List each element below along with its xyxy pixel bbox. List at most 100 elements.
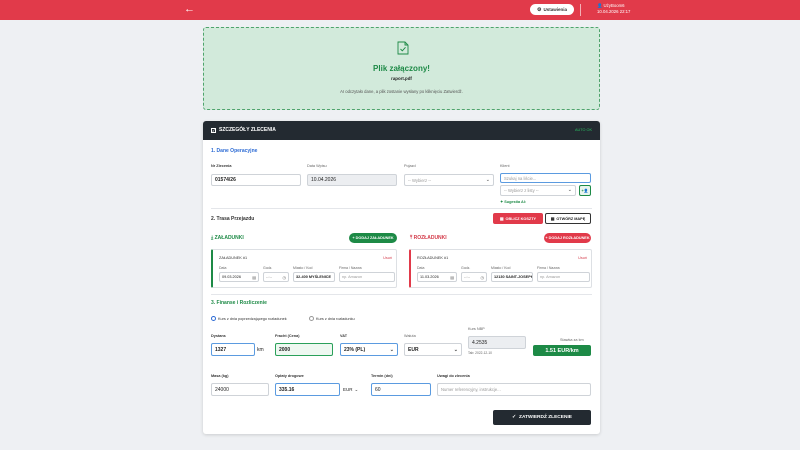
add-unloading-button[interactable]: + DODAJ ROZŁADUNEK bbox=[544, 233, 591, 243]
submit-order-button[interactable]: ✓ ZATWIERDŹ ZLECENIE bbox=[493, 410, 591, 425]
status-badge: AUTO OK bbox=[574, 128, 592, 132]
unloading-time-value: --:-- bbox=[464, 275, 471, 279]
loading-stop-card: ZAŁADUNEK #1 Usuń Data 09.03.2026 ▤ Godz.… bbox=[211, 249, 397, 288]
loading-time-label: Godz. bbox=[263, 266, 273, 270]
ai-suggestion-text: Sugestia AI: bbox=[504, 200, 527, 204]
per-km-badge: 1.51 EUR/km bbox=[533, 345, 591, 356]
unloading-time-label: Godz. bbox=[461, 266, 471, 270]
vehicle-select[interactable]: -- Wybierz -- ⌄ bbox=[404, 174, 494, 186]
calendar-icon: ▤ bbox=[252, 274, 256, 280]
vat-select[interactable]: 23% (PL) ⌄ bbox=[340, 343, 398, 356]
chevron-down-icon: ⌄ bbox=[453, 347, 458, 353]
gear-icon: ⚙ bbox=[537, 6, 542, 13]
loading-time-input[interactable]: --:-- ◷ bbox=[263, 272, 289, 282]
open-map-button[interactable]: ▦ OTWÓRZ MAPĘ bbox=[545, 213, 591, 224]
user-info: 👤 UżyBoom6 10.04.2026 22:17 bbox=[597, 3, 630, 15]
add-loading-button[interactable]: + DODAJ ZAŁADUNEK bbox=[349, 233, 397, 243]
chevron-down-icon: ⌄ bbox=[389, 347, 394, 353]
loading-stop-name: ZAŁADUNEK #1 bbox=[219, 256, 248, 260]
vat-value: 23% (PL) bbox=[344, 346, 366, 353]
client-select-value: -- Wybierz z listy -- bbox=[504, 188, 539, 193]
card-title: SZCZEGÓŁY ZLECENIA bbox=[219, 127, 276, 133]
unloading-date-input[interactable]: 11.03.2026 ▤ bbox=[417, 272, 457, 282]
loading-title-text: ZAŁADUNKI bbox=[214, 235, 244, 241]
client-select[interactable]: -- Wybierz z listy -- ⌄ bbox=[500, 185, 576, 196]
chevron-down-icon: ⌄ bbox=[354, 387, 359, 392]
check-icon: ✓ bbox=[512, 415, 517, 420]
term-label: Termin (dni) bbox=[371, 374, 393, 378]
unloading-date-label: Data bbox=[417, 266, 425, 270]
loading-time-value: --:-- bbox=[266, 275, 273, 279]
currency-select[interactable]: EUR ⌄ bbox=[404, 343, 462, 356]
weight-input[interactable]: 24000 bbox=[211, 383, 269, 396]
map-icon: ▦ bbox=[550, 217, 555, 221]
upload-title: Plik załączony! bbox=[373, 64, 430, 73]
road-fees-input[interactable]: 335.16 bbox=[275, 383, 340, 396]
unloading-time-input[interactable]: --:-- ◷ bbox=[461, 272, 487, 282]
unloading-date-value: 11.03.2026 bbox=[420, 275, 439, 279]
card-header: ✓ SZCZEGÓŁY ZLECENIA AUTO OK bbox=[203, 121, 600, 140]
issue-date-input[interactable]: 10.04.2026 bbox=[307, 174, 397, 186]
chevron-down-icon: ⌄ bbox=[485, 177, 490, 183]
checkbox-icon: ✓ bbox=[211, 127, 216, 133]
ai-suggestion[interactable]: ✦ Sugestia AI: bbox=[500, 199, 526, 204]
notes-label: Uwagi do zlecenia bbox=[437, 374, 470, 378]
unloading-company-input[interactable]: np. Amazon bbox=[537, 272, 590, 282]
unloading-place-label: Miasto / Kod bbox=[491, 266, 511, 270]
radio-prev-day[interactable]: Kurs z dnia poprzedzającego rozładunek bbox=[211, 316, 287, 321]
term-input[interactable]: 60 bbox=[371, 383, 431, 396]
loading-date-value: 09.03.2026 bbox=[222, 275, 242, 279]
divider bbox=[211, 208, 592, 209]
loading-company-input[interactable]: np. Amazon bbox=[339, 272, 395, 282]
loading-remove-link[interactable]: Usuń bbox=[383, 256, 392, 260]
road-fees-currency-select[interactable]: EUR ⌄ bbox=[343, 387, 358, 393]
notes-input[interactable]: Numer referencyjny, instrukcje... bbox=[437, 383, 591, 396]
road-fees-label: Opłaty drogowe bbox=[275, 374, 304, 378]
radio-same-day-label: Kurs z dnia rozładunku bbox=[316, 316, 355, 321]
order-no-label: Nr Zlecenia bbox=[211, 164, 232, 168]
radio-same-day[interactable]: Kurs z dnia rozładunku bbox=[309, 316, 355, 321]
freight-input[interactable]: 2000 bbox=[275, 343, 333, 356]
loading-place-label: Miasto / Kod bbox=[293, 266, 313, 270]
section-finance-title: 3. Finanse i Rozliczenie bbox=[211, 300, 267, 306]
calc-costs-button[interactable]: ▦ OBLICZ KOSZTY bbox=[493, 213, 543, 224]
issue-date-label: Data Wpisu bbox=[307, 164, 327, 168]
arrow-left-icon[interactable]: ← bbox=[184, 4, 195, 15]
radio-prev-day-label: Kurs z dnia poprzedzającego rozładunek bbox=[218, 316, 287, 321]
top-bar: ← ⚙ Ustawienia 👤 UżyBoom6 10.04.2026 22:… bbox=[0, 0, 800, 20]
add-client-button[interactable]: +👤 bbox=[579, 185, 591, 196]
section-ops-title: 1. Dane Operacyjne bbox=[211, 148, 258, 154]
file-name: raport.pdf bbox=[391, 76, 412, 81]
client-search-input[interactable]: Szukaj na liście... bbox=[500, 173, 591, 183]
weight-label: Masa (kg) bbox=[211, 374, 229, 378]
settings-button[interactable]: ⚙ Ustawienia bbox=[530, 4, 574, 15]
order-details-card: ✓ SZCZEGÓŁY ZLECENIA AUTO OK 1. Dane Oper… bbox=[203, 121, 600, 434]
radio-on-icon bbox=[211, 316, 216, 321]
upload-dropzone[interactable]: Plik załączony! raport.pdf AI odczytało … bbox=[203, 27, 600, 110]
vat-label: VAT bbox=[340, 334, 348, 338]
loading-place-input[interactable]: 32-400 MYŚLENICE bbox=[293, 272, 335, 282]
loading-title: ⤓ ZAŁADUNKI bbox=[211, 235, 244, 241]
unloading-company-label: Firma / Nazwa bbox=[537, 266, 560, 270]
upload-hint: AI odczytało dane, a plik zostanie wysła… bbox=[340, 89, 463, 94]
client-label: Klient bbox=[500, 164, 510, 168]
clock-icon: ◷ bbox=[282, 274, 287, 280]
order-no-input[interactable]: 01574/26 bbox=[211, 174, 301, 186]
topbar-divider bbox=[580, 4, 581, 16]
calculator-icon: ▦ bbox=[499, 217, 504, 221]
unloading-stop-card: ROZŁADUNEK #1 Usuń Data 11.03.2026 ▤ Godz… bbox=[409, 249, 592, 288]
rate-input[interactable]: 4.2535 bbox=[468, 336, 526, 349]
rate-table: Tab: 2022-12-10 bbox=[468, 351, 493, 355]
divider bbox=[211, 294, 592, 295]
clock-icon: ◷ bbox=[480, 274, 485, 280]
per-km-label: Stawka za km bbox=[560, 338, 584, 342]
unloading-remove-link[interactable]: Usuń bbox=[578, 256, 587, 260]
loading-date-input[interactable]: 09.03.2026 ▤ bbox=[219, 272, 259, 282]
currency-label: Waluta bbox=[404, 334, 416, 338]
loading-company-label: Firma / Nazwa bbox=[339, 266, 362, 270]
unloading-stop-name: ROZŁADUNEK #1 bbox=[417, 256, 449, 260]
loading-date-label: Data bbox=[219, 266, 227, 270]
currency-value: EUR bbox=[408, 346, 419, 353]
distance-input[interactable]: 1327 bbox=[211, 343, 255, 356]
unloading-place-input[interactable]: 12130 SAINT-JOSEPH bbox=[491, 272, 533, 282]
